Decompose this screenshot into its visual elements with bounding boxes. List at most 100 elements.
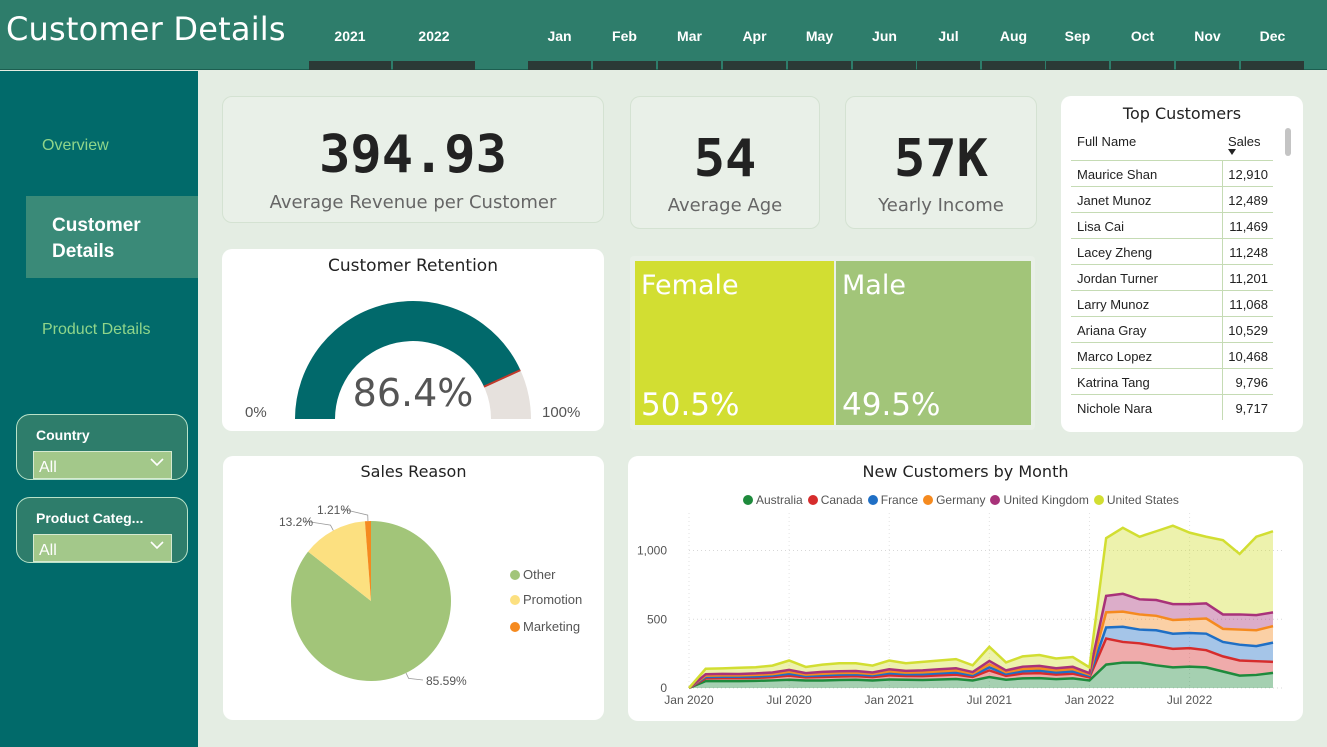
sales-reason-card: Sales Reason 85.59% 13.2% 1.21% Other Prom… [223,456,604,720]
customer-name: Janet Munoz [1077,193,1152,208]
retention-max-label: 100% [542,404,581,421]
month-jul-button[interactable]: Jul [917,24,980,70]
country-dropdown[interactable]: All [33,451,172,479]
month-label: Mar [677,28,702,44]
month-may-button[interactable]: May [788,24,851,70]
table-row[interactable]: Lacey Zheng 11,248 [1071,238,1273,264]
customer-sales: 10,468 [1228,349,1268,364]
month-label: Aug [999,28,1028,44]
month-apr-button[interactable]: Apr [723,24,786,70]
country-filter: Country All [16,414,188,480]
customer-sales: 12,910 [1228,167,1268,182]
avg-age-label: Average Age [667,195,783,216]
sidebar: Overview Customer Details Product Detail… [0,71,198,747]
year-2021-button[interactable]: 2021 [309,24,391,70]
female-label: Female [641,270,739,301]
table-scrollbar[interactable] [1285,128,1291,156]
customer-name: Lisa Cai [1077,219,1124,234]
month-aug-button[interactable]: Aug [982,24,1045,70]
table-row[interactable]: Nichole Nara 9,717 [1071,394,1273,420]
table-row[interactable]: Ariana Gray 10,529 [1071,316,1273,342]
legend-label: Promotion [523,592,583,607]
x-tick-label: Jan 2022 [1065,693,1115,707]
month-label: Apr [742,28,767,44]
table-row[interactable]: Maurice Shan 12,910 [1071,160,1273,186]
customer-name: Marco Lopez [1077,349,1153,364]
month-nov-button[interactable]: Nov [1176,24,1239,70]
male-label: Male [842,270,906,301]
customer-sales: 9,717 [1235,401,1268,416]
yearly-income-label: Yearly Income [878,195,1004,216]
x-tick-label: Jan 2020 [664,693,714,707]
month-feb-button[interactable]: Feb [593,24,656,70]
customer-name: Lacey Zheng [1077,245,1153,260]
chevron-down-icon [150,458,164,467]
yearly-income-card: 57K Yearly Income [845,96,1037,229]
month-label: Dec [1259,28,1286,44]
nav-overview[interactable]: Overview [42,137,109,155]
legend-marketing[interactable]: Marketing [510,619,580,634]
nav-product-details[interactable]: Product Details [42,321,151,339]
month-label: Jan [547,28,572,44]
month-jun-button[interactable]: Jun [853,24,916,70]
customer-sales: 11,469 [1229,219,1268,234]
month-label: Nov [1194,28,1221,44]
male-block[interactable]: Male 49.5% [836,261,1031,425]
page-title: Customer Details [6,10,286,48]
month-label: Jul [938,28,959,44]
male-pct: 49.5% [842,387,941,423]
table-row[interactable]: Jordan Turner 11,201 [1071,264,1273,290]
month-dec-button[interactable]: Dec [1241,24,1304,70]
customer-retention-card: Customer Retention 86.4% 0% 100% [222,249,604,431]
table-row[interactable]: Janet Munoz 12,489 [1071,186,1273,212]
new-customers-area-chart: 05001,000Jan 2020 Jul 2020 Jan 2021 Jul 202… [637,513,1283,707]
nav-customer-details[interactable]: Customer Details [26,196,198,278]
country-dropdown-value: All [39,459,57,476]
y-tick-label: 1,000 [637,544,667,558]
product-category-dropdown[interactable]: All [33,534,172,562]
pie-data-label: 1.21% [317,503,351,517]
header-bar: Customer Details 2021 2022 Jan Feb Mar A… [0,0,1327,70]
avg-age-value: 54 [693,129,757,189]
customer-name: Katrina Tang [1077,375,1150,390]
month-jan-button[interactable]: Jan [528,24,591,70]
column-header-full-name[interactable]: Full Name [1077,134,1136,149]
month-label: Oct [1130,28,1155,44]
month-sep-button[interactable]: Sep [1046,24,1109,70]
female-block[interactable]: Female 50.5% [635,261,834,425]
month-label: Sep [1064,28,1091,44]
customer-name: Ariana Gray [1077,323,1147,338]
year-2022-button[interactable]: 2022 [393,24,475,70]
month-label: Feb [612,28,637,44]
x-tick-label: Jul 2021 [967,693,1013,707]
sales-reason-pie: 85.59% 13.2% 1.21% [279,503,467,688]
customer-sales: 11,201 [1229,271,1268,286]
customer-sales: 11,248 [1229,245,1268,260]
avg-age-card: 54 Average Age [630,96,820,229]
chevron-down-icon [150,541,164,550]
avg-revenue-card: 394.93 Average Revenue per Customer [222,96,604,223]
legend-label: Other [523,567,556,582]
x-tick-label: Jul 2020 [766,693,812,707]
retention-min-label: 0% [245,404,267,421]
new-customers-card: New Customers by Month Australia Canada Fr… [628,456,1303,721]
customer-name: Nichole Nara [1077,401,1153,416]
pie-data-label: 13.2% [279,515,313,529]
table-row[interactable]: Katrina Tang 9,796 [1071,368,1273,394]
x-tick-label: Jan 2021 [865,693,915,707]
customer-sales: 11,068 [1229,297,1268,312]
customer-sales: 12,489 [1228,193,1268,208]
legend-promotion[interactable]: Promotion [510,592,582,607]
month-mar-button[interactable]: Mar [658,24,721,70]
sort-desc-icon [1228,149,1236,155]
year-label: 2021 [334,28,366,44]
month-label: May [805,28,834,44]
table-row[interactable]: Lisa Cai 11,469 [1071,212,1273,238]
table-row[interactable]: Marco Lopez 10,468 [1071,342,1273,368]
avg-revenue-label: Average Revenue per Customer [269,192,557,213]
month-oct-button[interactable]: Oct [1111,24,1174,70]
column-header-sales[interactable]: Sales [1228,134,1261,149]
pie-data-label: 85.59% [426,674,467,688]
legend-other[interactable]: Other [510,567,556,582]
table-row[interactable]: Larry Munoz 11,068 [1071,290,1273,316]
